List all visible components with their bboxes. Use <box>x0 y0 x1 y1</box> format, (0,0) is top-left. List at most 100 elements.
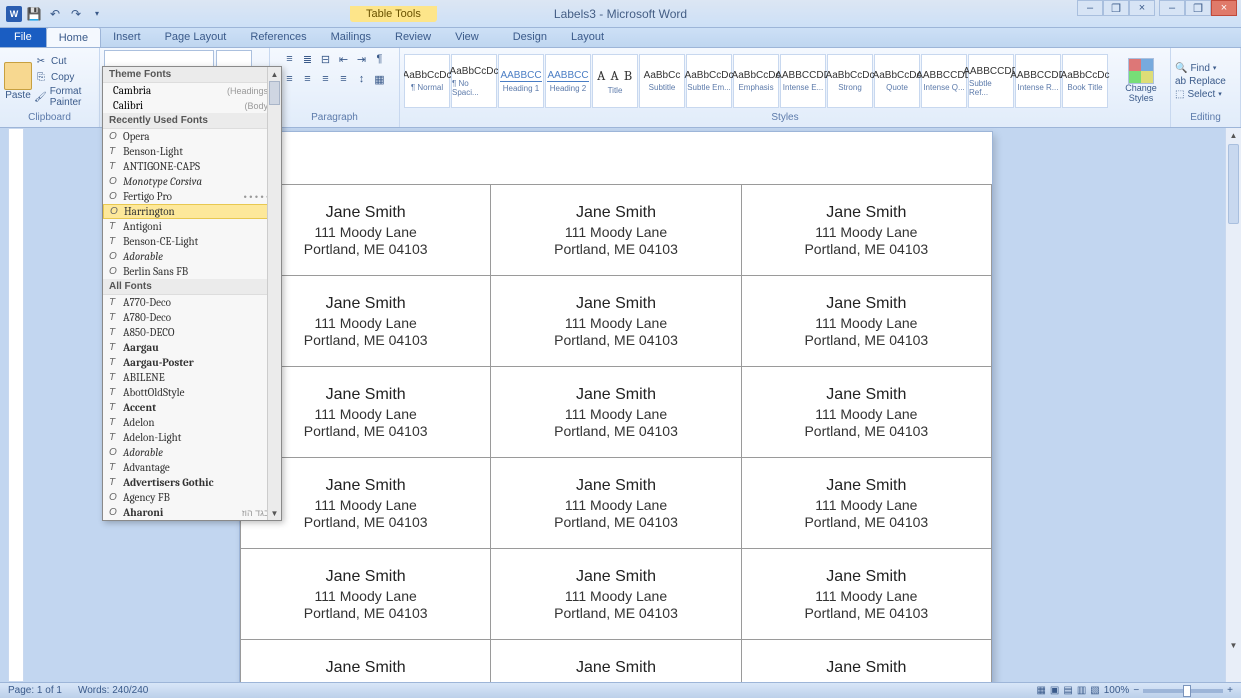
label-cell[interactable]: Jane Smith111 Moody LanePortland, ME 041… <box>741 549 991 640</box>
word-count-status[interactable]: Words: 240/240 <box>78 685 148 696</box>
font-dropdown-scrollbar[interactable]: ▲ ▼ <box>267 67 281 520</box>
multilevel-button[interactable]: ⊟ <box>317 50 335 68</box>
vertical-scrollbar[interactable]: ▲ ▼ <box>1225 128 1241 682</box>
zoom-in-button[interactable]: + <box>1227 685 1233 696</box>
style-item[interactable]: AaBbCcSubtitle <box>639 54 685 108</box>
label-cell[interactable]: Jane Smith111 Moody LanePortland, ME 041… <box>741 640 991 683</box>
align-right-button[interactable]: ≡ <box>317 70 335 88</box>
save-icon[interactable]: 💾 <box>25 5 43 23</box>
tab-review[interactable]: Review <box>383 27 443 47</box>
label-cell[interactable]: Jane Smith111 Moody LanePortland, ME 041… <box>741 367 991 458</box>
zoom-out-button[interactable]: − <box>1133 685 1139 696</box>
font-list-item[interactable]: TABILENE <box>103 370 281 385</box>
label-cell[interactable]: Jane Smith111 Moody LanePortland, ME 041… <box>491 640 741 683</box>
font-list-item[interactable]: OAdorable <box>103 445 281 460</box>
label-cell[interactable]: Jane Smith111 Moody LanePortland, ME 041… <box>741 185 991 276</box>
increase-indent-button[interactable]: ⇥ <box>353 50 371 68</box>
font-list-item[interactable]: TAntigoni <box>103 219 281 234</box>
select-button[interactable]: ⬚Select ▾ <box>1175 88 1226 101</box>
style-item[interactable]: AaBbCcDcStrong <box>827 54 873 108</box>
style-item[interactable]: A A BTitle <box>592 54 638 108</box>
align-center-button[interactable]: ≡ <box>299 70 317 88</box>
tab-view[interactable]: View <box>443 27 491 47</box>
cut-button[interactable]: ✂Cut <box>34 53 95 69</box>
doc-restore-button[interactable]: ❐ <box>1103 0 1129 16</box>
label-cell[interactable]: Jane Smith111 Moody LanePortland, ME 041… <box>741 458 991 549</box>
font-list-item[interactable]: TAdelon-Light <box>103 430 281 445</box>
tab-page-layout[interactable]: Page Layout <box>153 27 239 47</box>
font-list-item[interactable]: TANTIGONE-CAPS <box>103 159 281 174</box>
zoom-level[interactable]: 100% <box>1104 685 1130 696</box>
numbering-button[interactable]: ≣ <box>299 50 317 68</box>
font-list-item[interactable]: TAdvertisers Gothic <box>103 475 281 490</box>
file-tab[interactable]: File <box>0 27 46 47</box>
change-styles-button[interactable]: Change Styles <box>1116 58 1166 104</box>
font-list-item[interactable]: TAccent <box>103 400 281 415</box>
scroll-thumb[interactable] <box>1228 144 1239 224</box>
label-cell[interactable]: Jane Smith111 Moody LanePortland, ME 041… <box>491 185 741 276</box>
app-minimize-button[interactable]: – <box>1159 0 1185 16</box>
style-item[interactable]: AaBbCcDcQuote <box>874 54 920 108</box>
page-status[interactable]: Page: 1 of 1 <box>8 685 62 696</box>
font-list-item[interactable]: TA850-DECO <box>103 325 281 340</box>
font-scroll-up-button[interactable]: ▲ <box>268 67 281 81</box>
font-list-item[interactable]: TAdvantage <box>103 460 281 475</box>
font-list-item[interactable]: OFertigo Pro• • • • • • <box>103 189 281 204</box>
view-print-layout-button[interactable]: ▦ <box>1036 685 1045 696</box>
tab-references[interactable]: References <box>238 27 318 47</box>
style-item[interactable]: AaBbCcDcSubtle Em... <box>686 54 732 108</box>
view-fullscreen-button[interactable]: ▣ <box>1050 685 1059 696</box>
label-cell[interactable]: Jane Smith111 Moody LanePortland, ME 041… <box>491 276 741 367</box>
paste-button[interactable]: Paste <box>4 62 32 101</box>
label-cell[interactable]: Jane Smith111 Moody LanePortland, ME 041… <box>741 276 991 367</box>
decrease-indent-button[interactable]: ⇤ <box>335 50 353 68</box>
bullets-button[interactable]: ≡ <box>281 50 299 68</box>
zoom-slider[interactable] <box>1143 689 1223 693</box>
font-list-item[interactable]: TAargau <box>103 340 281 355</box>
redo-icon[interactable]: ↷ <box>67 5 85 23</box>
tab-insert[interactable]: Insert <box>101 27 153 47</box>
style-item[interactable]: AABBCCHeading 2 <box>545 54 591 108</box>
qat-dropdown-icon[interactable]: ▾ <box>88 5 106 23</box>
label-cell[interactable]: Jane Smith111 Moody LanePortland, ME 041… <box>241 549 491 640</box>
style-item[interactable]: AABBCCDDSubtle Ref... <box>968 54 1014 108</box>
style-item[interactable]: AABBCCHeading 1 <box>498 54 544 108</box>
view-web-button[interactable]: ▤ <box>1063 685 1072 696</box>
align-left-button[interactable]: ≡ <box>281 70 299 88</box>
scroll-up-button[interactable]: ▲ <box>1226 128 1241 142</box>
font-list-item[interactable]: TBenson-CE-Light <box>103 234 281 249</box>
app-maximize-button[interactable]: ❐ <box>1185 0 1211 16</box>
scroll-down-button[interactable]: ▼ <box>1226 638 1241 652</box>
style-item[interactable]: AaBbCcDcEmphasis <box>733 54 779 108</box>
vertical-ruler[interactable] <box>8 128 24 682</box>
style-item[interactable]: AaBbCcDc¶ No Spaci... <box>451 54 497 108</box>
shading-button[interactable]: ▦ <box>371 70 389 88</box>
font-list-item[interactable]: OOpera <box>103 129 281 144</box>
label-cell[interactable]: Jane Smith111 Moody LanePortland, ME 041… <box>491 549 741 640</box>
doc-close-button[interactable]: × <box>1129 0 1155 16</box>
font-list-item[interactable]: OAharoniאבגד הוז <box>103 505 281 520</box>
line-spacing-button[interactable]: ↕ <box>353 70 371 88</box>
style-item[interactable]: AaBbCcDc¶ Normal <box>404 54 450 108</box>
tab-home[interactable]: Home <box>46 27 101 47</box>
font-list-item[interactable]: TA780-Deco <box>103 310 281 325</box>
undo-icon[interactable]: ↶ <box>46 5 64 23</box>
style-item[interactable]: AaBbCcDcBook Title <box>1062 54 1108 108</box>
tab-design[interactable]: Design <box>501 27 559 47</box>
font-theme-item[interactable]: Calibri(Body) <box>103 98 281 113</box>
font-scroll-down-button[interactable]: ▼ <box>268 506 281 520</box>
copy-button[interactable]: ⎘Copy <box>34 69 95 85</box>
font-list-item[interactable]: TBenson-Light <box>103 144 281 159</box>
style-item[interactable]: AABBCCDDIntense R... <box>1015 54 1061 108</box>
font-theme-item[interactable]: Cambria(Headings) <box>103 83 281 98</box>
font-list-item[interactable]: OMonotype Corsiva <box>103 174 281 189</box>
style-item[interactable]: AABBCCDDIntense E... <box>780 54 826 108</box>
show-hide-button[interactable]: ¶ <box>371 50 389 68</box>
doc-minimize-button[interactable]: – <box>1077 0 1103 16</box>
font-scroll-thumb[interactable] <box>269 81 280 105</box>
font-list-item[interactable]: OHarrington <box>103 204 281 219</box>
label-cell[interactable]: Jane Smith111 Moody LanePortland, ME 041… <box>491 458 741 549</box>
label-cell[interactable]: Jane Smith111 Moody LanePortland, ME 041… <box>491 367 741 458</box>
format-painter-button[interactable]: 🖌Format Painter <box>34 85 95 109</box>
document-page[interactable]: Jane Smith111 Moody LanePortland, ME 041… <box>240 132 992 682</box>
